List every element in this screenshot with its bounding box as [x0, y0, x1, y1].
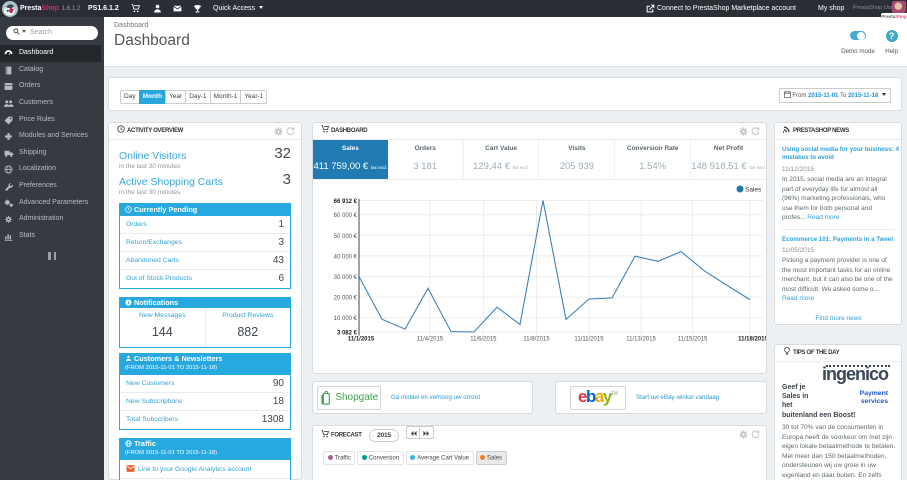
svg-text:40 000 €: 40 000 € [334, 254, 358, 260]
svg-text:20 000 €: 20 000 € [334, 296, 358, 302]
svg-text:50 000 €: 50 000 € [334, 234, 358, 240]
svg-text:11/18/2015: 11/18/2015 [738, 337, 766, 343]
svg-text:11/15/2015: 11/15/2015 [678, 337, 708, 343]
svg-text:11/1/2015: 11/1/2015 [348, 337, 375, 343]
svg-text:11/6/2015: 11/6/2015 [470, 337, 497, 343]
svg-text:10 000 €: 10 000 € [334, 316, 358, 322]
svg-text:60 000 €: 60 000 € [334, 213, 358, 219]
svg-text:11/4/2015: 11/4/2015 [417, 337, 444, 343]
svg-text:11/11/2015: 11/11/2015 [574, 337, 604, 343]
svg-text:Sales: Sales [745, 187, 762, 194]
svg-text:11/8/2015: 11/8/2015 [523, 337, 550, 343]
svg-text:11/13/2015: 11/13/2015 [626, 337, 656, 343]
svg-text:66 912 €: 66 912 € [334, 199, 358, 205]
svg-text:30 000 €: 30 000 € [334, 275, 358, 281]
